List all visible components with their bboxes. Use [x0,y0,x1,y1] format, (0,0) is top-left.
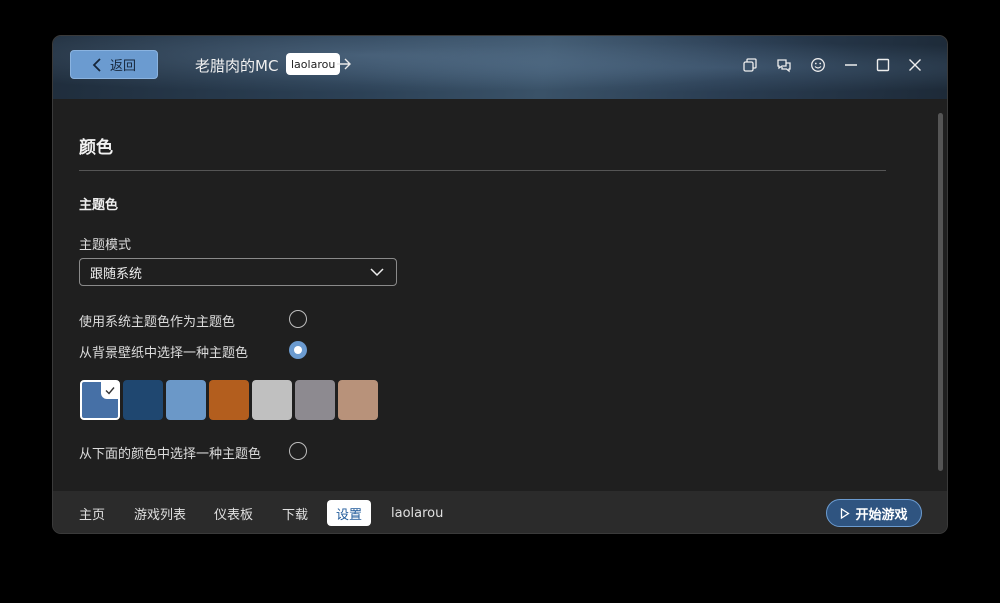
color-swatch[interactable] [252,380,292,420]
option-wallpaper-label: 从背景壁纸中选择一种主题色 [79,346,249,361]
chevron-left-icon [92,57,101,72]
back-button-label: 返回 [109,59,136,74]
arrow-right-icon[interactable] [336,56,352,72]
color-swatches [80,380,378,420]
option-system-accent-radio[interactable] [289,310,307,328]
user-chip[interactable]: laolarou [286,53,341,75]
color-swatch[interactable] [166,380,206,420]
app-title: 老腊肉的MC [195,57,279,75]
nav-account[interactable]: laolarou [382,500,452,526]
nav-home[interactable]: 主页 [70,500,114,526]
minimize-icon[interactable] [842,56,860,74]
scrollbar[interactable] [938,113,943,471]
chat-icon[interactable] [775,56,793,74]
theme-mode-value: 跟随系统 [90,266,143,282]
color-swatch[interactable] [209,380,249,420]
color-swatch[interactable] [80,380,120,420]
play-icon [841,507,851,519]
bottom-nav: 主页 游戏列表 仪表板 下载 设置 laolarou 开始游戏 [53,491,947,533]
color-swatch[interactable] [123,380,163,420]
color-swatch[interactable] [338,380,378,420]
option-custom-color-label: 从下面的颜色中选择一种主题色 [79,447,262,462]
copy-window-icon[interactable] [741,56,759,74]
nav-dashboard[interactable]: 仪表板 [205,500,262,526]
option-custom-color-radio[interactable] [289,442,307,460]
nav-settings[interactable]: 设置 [327,500,372,526]
sub-title: 主题色 [79,198,119,213]
settings-content: 颜色 主题色 主题模式 跟随系统 使用系统主题色作为主题色 从背景壁纸中选择一种… [53,99,947,491]
start-game-label: 开始游戏 [855,507,908,523]
nav-download[interactable]: 下载 [273,500,317,526]
close-icon[interactable] [906,56,924,74]
titlebar: 返回 老腊肉的MC laolarou [53,36,947,99]
check-icon [101,381,119,399]
option-wallpaper-radio[interactable] [289,341,307,359]
maximize-icon[interactable] [874,56,892,74]
option-system-accent-label: 使用系统主题色作为主题色 [79,315,236,330]
back-button[interactable]: 返回 [70,50,158,79]
start-game-button[interactable]: 开始游戏 [826,499,922,527]
smile-icon[interactable] [809,56,827,74]
launcher-window: 返回 老腊肉的MC laolarou 颜色 主题色 主题模式 跟随系统 使用系统… [52,35,948,534]
chevron-down-icon [370,268,384,277]
nav-game-list[interactable]: 游戏列表 [125,500,195,526]
theme-mode-select[interactable]: 跟随系统 [79,258,397,286]
color-swatch[interactable] [295,380,335,420]
theme-mode-label: 主题模式 [79,238,132,253]
divider [79,170,886,171]
section-title: 颜色 [79,138,113,158]
